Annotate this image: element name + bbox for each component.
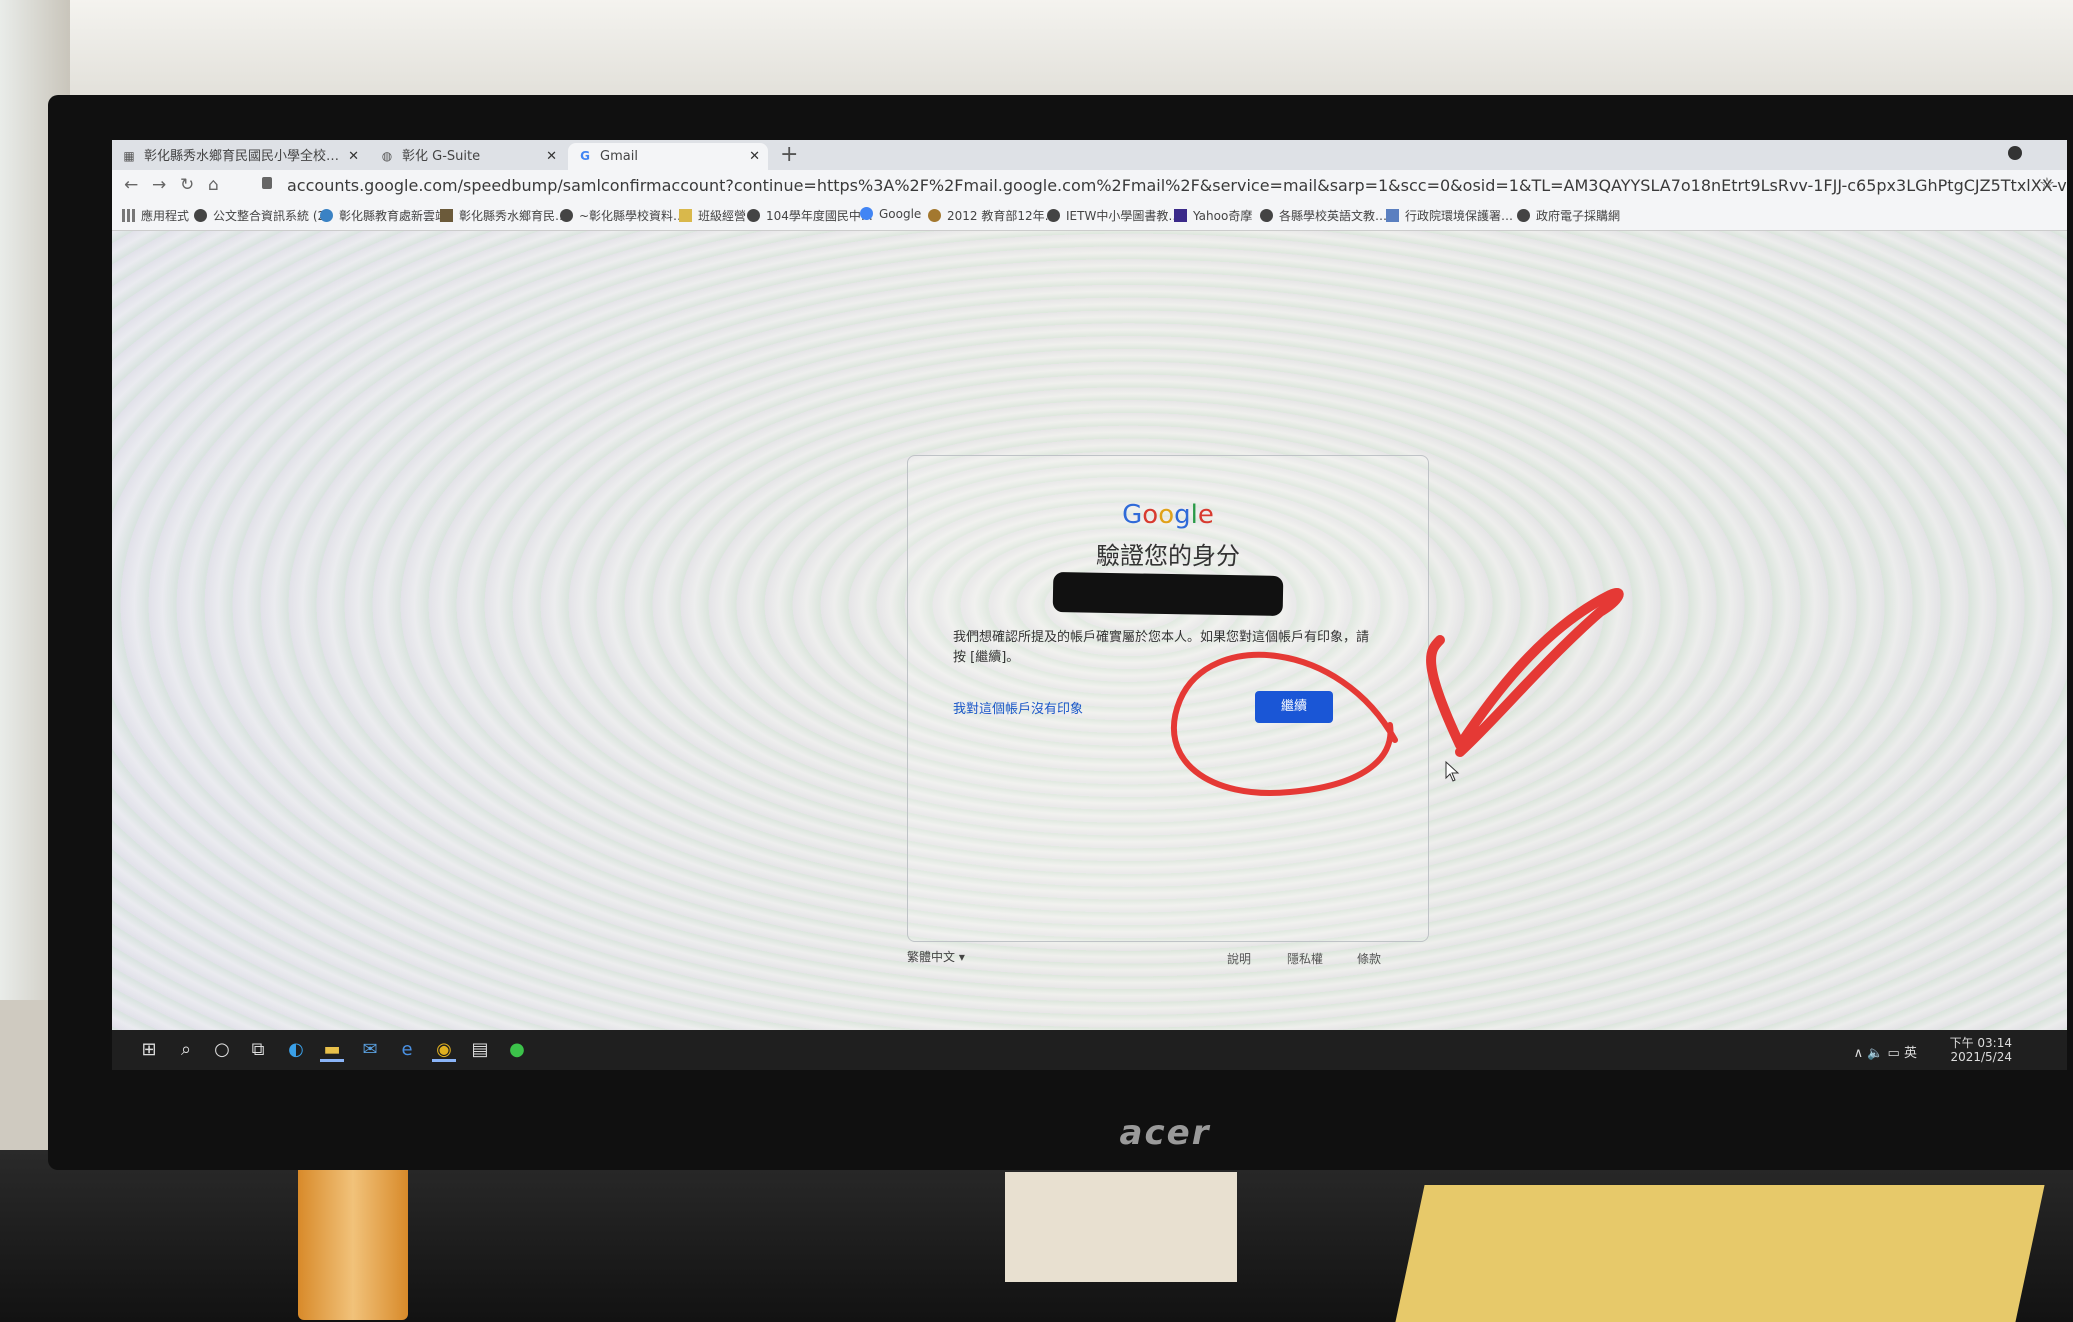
tab-bar: ▦ 彰化縣秀水鄉育民國民小學全校… ✕ ◍ 彰化 G-Suite ✕ G Gma…	[112, 140, 2067, 170]
bookmark-star-icon[interactable]: ☆	[2039, 174, 2055, 195]
file-explorer-icon[interactable]: ▬	[320, 1038, 344, 1062]
system-tray-icons[interactable]: ∧ 🔈 ▭ 英	[1854, 1042, 1917, 1061]
reload-icon[interactable]: ↻	[180, 175, 194, 195]
footer-terms-link[interactable]: 條款	[1357, 950, 1381, 967]
cortana-icon[interactable]: ○	[210, 1038, 234, 1062]
bookmark-item[interactable]: 應用程式	[122, 207, 189, 224]
taskbar: ⊞ ⌕ ○ ⧉ ◐ ▬ ✉ e ◉ ▤ ● ∧ 🔈 ▭ 英 下午 03:14 2…	[112, 1030, 2067, 1070]
tab-label: 彰化縣秀水鄉育民國民小學全校…	[144, 149, 340, 164]
close-icon[interactable]: ✕	[348, 143, 359, 170]
chrome-icon[interactable]: ◉	[432, 1038, 456, 1062]
bookmark-item[interactable]: 班級經營	[679, 207, 746, 224]
task-view-icon[interactable]: ⧉	[246, 1038, 270, 1062]
globe-icon	[194, 209, 207, 222]
not-recognized-link[interactable]: 我對這個帳戶沒有印象	[953, 698, 1083, 717]
bookmark-item[interactable]: 行政院環境保護署…	[1386, 207, 1513, 224]
apps-grid-icon	[122, 209, 135, 222]
mail-icon[interactable]: ✉	[358, 1038, 382, 1062]
footer-help-link[interactable]: 說明	[1227, 950, 1251, 967]
calculator-icon[interactable]: ▤	[468, 1038, 492, 1062]
tab-gmail[interactable]: G Gmail ✕	[568, 143, 768, 170]
forward-icon[interactable]: →	[152, 175, 166, 195]
moe-icon	[928, 209, 941, 222]
google-g-icon: G	[580, 149, 590, 163]
language-select[interactable]: 繁體中文 ▾	[907, 948, 965, 965]
globe-icon: ◍	[381, 149, 393, 163]
bookmark-item[interactable]: 2012 教育部12年…	[928, 207, 1057, 224]
google-g-icon	[860, 207, 873, 220]
yahoo-icon	[1174, 209, 1187, 222]
bookmark-item[interactable]: ~彰化縣學校資料…	[560, 207, 685, 224]
card-description: 我們想確認所提及的帳戶確實屬於您本人。如果您對這個帳戶有印象，請按 [繼續]。	[953, 630, 1370, 665]
bookmark-item[interactable]: 104學年度國民中…	[747, 207, 873, 224]
monitor-brand-logo: acer	[1119, 1113, 1211, 1153]
footer-privacy-link[interactable]: 隱私權	[1287, 950, 1323, 967]
tab-label: 彰化 G-Suite	[402, 149, 481, 164]
line-app-icon[interactable]: ●	[505, 1038, 529, 1062]
windows-start-icon[interactable]: ⊞	[137, 1038, 161, 1062]
bookmark-item[interactable]: 公文整合資訊系統 (2)	[194, 207, 330, 224]
tab-school[interactable]: ▦ 彰化縣秀水鄉育民國民小學全校… ✕	[112, 143, 367, 170]
tab-label: Gmail	[600, 149, 638, 164]
clock[interactable]: 下午 03:14 2021/5/24	[1950, 1036, 2012, 1064]
folder-icon	[679, 209, 692, 222]
bookmarks-bar: 應用程式 公文整合資訊系統 (2) 彰化縣教育處新雲端 彰化縣秀水鄉育民… ~彰…	[112, 202, 2067, 231]
epa-icon	[1386, 209, 1399, 222]
page-title: 驗證您的身分	[1096, 542, 1240, 570]
close-icon[interactable]: ✕	[546, 143, 557, 170]
chevron-down-icon: ▾	[958, 950, 965, 964]
close-icon[interactable]: ✕	[749, 143, 760, 170]
globe-icon	[1517, 209, 1530, 222]
globe-icon	[560, 209, 573, 222]
paper-note	[1005, 1172, 1237, 1282]
redacted-account-email	[1052, 571, 1284, 617]
bookmark-item[interactable]: 各縣學校英語文教…	[1260, 207, 1387, 224]
lock-icon	[262, 177, 272, 189]
search-icon[interactable]: ⌕	[174, 1038, 198, 1062]
screen: ▦ 彰化縣秀水鄉育民國民小學全校… ✕ ◍ 彰化 G-Suite ✕ G Gma…	[112, 140, 2067, 1070]
bookmark-item[interactable]: Yahoo奇摩	[1174, 207, 1252, 224]
school-favicon-icon	[440, 209, 453, 222]
bookmark-item[interactable]: 政府電子採購網	[1517, 207, 1620, 224]
bookmark-item[interactable]: 彰化縣教育處新雲端	[320, 207, 447, 224]
cloud-icon	[320, 209, 333, 222]
edge-icon[interactable]: ◐	[284, 1038, 308, 1062]
profile-icon[interactable]	[2008, 146, 2022, 160]
tab-gsuite[interactable]: ◍ 彰化 G-Suite ✕	[370, 143, 565, 170]
bookmark-item[interactable]: 彰化縣秀水鄉育民…	[440, 207, 567, 224]
internet-explorer-icon[interactable]: e	[395, 1038, 419, 1062]
globe-icon	[747, 209, 760, 222]
globe-icon	[1260, 209, 1273, 222]
back-icon[interactable]: ←	[124, 175, 138, 195]
globe-icon	[1047, 209, 1060, 222]
continue-button[interactable]: 繼續	[1255, 691, 1333, 723]
bookmark-item[interactable]: IETW中小學圖書教…	[1047, 207, 1180, 224]
spray-bottle	[298, 1160, 408, 1320]
verify-identity-card: Google 驗證您的身分 我們想確認所提及的帳戶確實屬於您本人。如果您對這個帳…	[907, 455, 1429, 942]
folder	[1395, 1185, 2045, 1322]
url-input[interactable]: accounts.google.com/speedbump/samlconfir…	[287, 176, 2067, 195]
bookmark-item[interactable]: Google	[860, 207, 921, 221]
address-bar: ← → ↻ ⌂ accounts.google.com/speedbump/sa…	[112, 170, 2067, 202]
google-logo: Google	[1122, 500, 1214, 530]
new-tab-button[interactable]: +	[780, 142, 798, 167]
home-icon[interactable]: ⌂	[208, 175, 219, 195]
school-favicon-icon: ▦	[123, 149, 135, 163]
